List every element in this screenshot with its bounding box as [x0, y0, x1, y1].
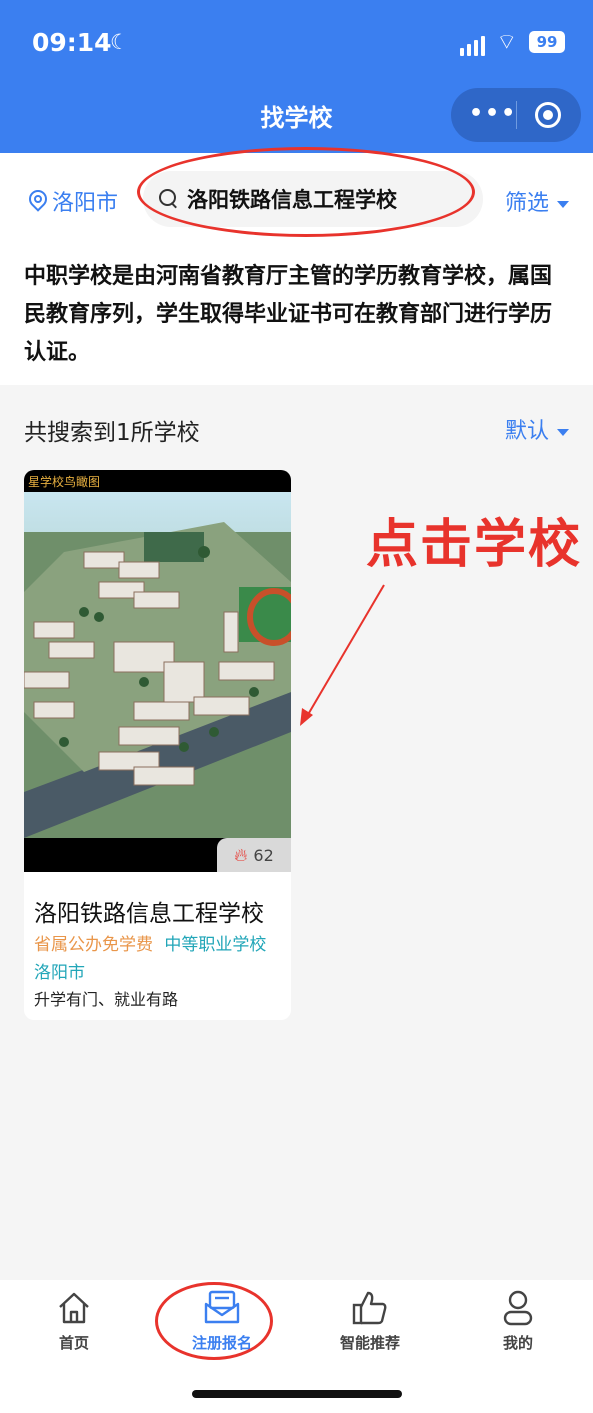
school-card[interactable]: 星学校鸟瞰图 🔥︎ 62 洛阳铁路信息工程学校 省属公办免学费 中等职业学校 洛…: [24, 470, 291, 1020]
more-icon[interactable]: •••: [469, 101, 517, 126]
mini-program-capsule: •••: [451, 88, 581, 142]
moon-icon: ☾: [110, 30, 129, 54]
thumbs-up-icon: [350, 1288, 390, 1328]
search-section: 洛阳市 洛阳铁路信息工程学校 筛选 中职学校是由河南省教育厅主管的学历教育学校，…: [0, 147, 593, 385]
sort-label: 默认: [504, 419, 549, 444]
caret-down-icon: [557, 200, 569, 208]
popularity-badge: 🔥︎ 62: [217, 838, 291, 872]
status-time: 09:14: [32, 28, 112, 57]
location-pin-icon: [28, 190, 46, 212]
intro-text: 中职学校是由河南省教育厅主管的学历教育学校，属国民教育序列，学生取得毕业证书可在…: [24, 264, 553, 365]
tag-school-level: 中等职业学校: [164, 935, 267, 955]
school-slogan: 升学有门、就业有路: [34, 990, 179, 1009]
tab-label: 智能推荐: [339, 1334, 400, 1352]
result-count: 共搜索到1所学校: [24, 420, 200, 446]
battery-icon: 99: [529, 31, 565, 53]
signal-icon: [460, 34, 485, 56]
tab-home[interactable]: 首页: [24, 1288, 124, 1353]
tab-recommend[interactable]: 智能推荐: [320, 1288, 420, 1353]
tab-label: 首页: [58, 1334, 89, 1352]
wifi-icon: ⌔: [496, 30, 517, 55]
filter-button[interactable]: 筛选: [505, 185, 569, 217]
capsule-divider: [516, 101, 517, 129]
city-selector[interactable]: 洛阳市: [28, 185, 118, 217]
fire-icon: 🔥︎: [234, 844, 248, 866]
sort-dropdown[interactable]: 默认: [505, 413, 569, 445]
close-target-icon[interactable]: [535, 102, 561, 128]
school-city: 洛阳市: [34, 963, 85, 983]
photo-caption: 星学校鸟瞰图: [28, 475, 101, 489]
school-name: 洛阳铁路信息工程学校: [34, 901, 264, 927]
user-icon: [498, 1288, 538, 1328]
school-tags: 省属公办免学费 中等职业学校: [34, 930, 266, 955]
home-indicator: [192, 1390, 402, 1398]
filter-label: 筛选: [504, 191, 549, 216]
hot-count: 62: [253, 845, 274, 865]
tab-mine[interactable]: 我的: [468, 1288, 568, 1353]
tag-school-type: 省属公办免学费: [34, 935, 153, 955]
annotation-text: 点击学校: [366, 515, 583, 575]
caret-down-icon: [557, 428, 569, 436]
annotation-circle-tab: [155, 1282, 273, 1360]
top-bar: 09:14 ☾ ⌔ 99 找学校 •••: [0, 0, 593, 153]
campus-aerial-image: [24, 492, 291, 838]
school-photo: 星学校鸟瞰图 🔥︎ 62: [24, 470, 291, 872]
home-icon: [54, 1288, 94, 1328]
annotation-circle-search: [137, 147, 475, 237]
tab-label: 我的: [502, 1334, 533, 1352]
city-label: 洛阳市: [52, 191, 119, 216]
status-bar: 09:14 ☾ ⌔ 99: [32, 28, 565, 60]
